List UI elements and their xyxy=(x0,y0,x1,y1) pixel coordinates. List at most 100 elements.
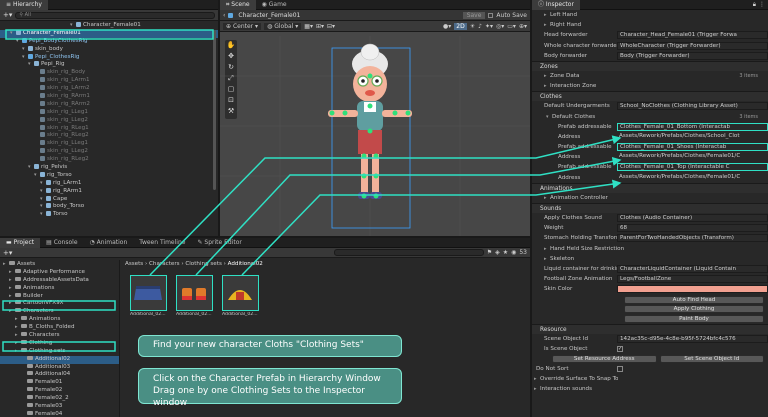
hierarchy-item[interactable]: skin_rig_RArm2 xyxy=(0,100,218,109)
character-viewport[interactable] xyxy=(220,36,530,236)
project-folder-item[interactable]: Female02 xyxy=(0,387,119,395)
asset-item-shoes[interactable]: Additional_02... xyxy=(176,275,216,317)
space-dropdown[interactable]: ◍ Global ▾ xyxy=(264,22,302,30)
default-undergarments-field[interactable]: School_NoClothes (Clothing Library Asset… xyxy=(617,102,768,111)
project-folder-item[interactable]: ▸ CartoonVFX9X xyxy=(0,300,119,308)
project-folder-item[interactable]: ▸ Characters xyxy=(0,332,119,340)
mode-2d-toggle[interactable]: 2D xyxy=(454,22,467,30)
project-folder-item[interactable]: Additional04 xyxy=(0,371,119,379)
tab-hierarchy[interactable]: ≡ Hierarchy xyxy=(0,0,48,10)
hierarchy-item[interactable]: skin_rig_Body xyxy=(0,69,218,77)
project-folder-item[interactable]: Female03 xyxy=(0,403,119,411)
breadcrumb-additional02[interactable]: Additional02 xyxy=(228,261,263,267)
project-folder-item[interactable]: ▸ Animations xyxy=(0,284,119,293)
apply-clothes-sound-field[interactable]: Clothes (Audio Container) xyxy=(617,214,768,222)
hierarchy-item[interactable]: skin_rig_RLeg1 xyxy=(0,124,218,133)
skeleton-row[interactable]: ▸ Skeleton xyxy=(532,254,768,264)
hierarchy-item[interactable]: ▾ Pepi_ClothesRig xyxy=(0,53,218,62)
light-icon[interactable]: ☀ xyxy=(470,23,475,30)
visibility-icon[interactable]: ◎▾ xyxy=(496,23,504,30)
hierarchy-item[interactable]: skin_rig_RLeg2 xyxy=(0,156,218,164)
clothes-address-field[interactable]: Assets/Rework/Prefabs/Clothes/School_Clo… xyxy=(617,133,768,141)
stomach-field[interactable]: ParentForTwoHandedObjects (Transform) xyxy=(617,234,768,243)
hierarchy-item[interactable]: ▾ Character_Female01 xyxy=(0,29,218,38)
hierarchy-item[interactable]: skin_rig_LLeg1 xyxy=(0,140,218,148)
hierarchy-scrollbar[interactable] xyxy=(213,30,216,190)
project-folder-item[interactable]: Additional02 xyxy=(0,355,119,364)
apply-clothing-button[interactable]: Apply Clothing xyxy=(624,305,764,313)
add-icon[interactable]: +▾ xyxy=(3,11,12,19)
inspector-object-field[interactable]: Body (Trigger Forwarder) xyxy=(617,51,768,60)
project-folder-item[interactable]: ▸ AddressableAssetsData xyxy=(0,276,119,285)
hierarchy-item[interactable]: skin_rig_RArm1 xyxy=(0,93,218,101)
project-folder-item[interactable]: Additional03 xyxy=(0,363,119,372)
favorite-icon[interactable]: ★ xyxy=(503,249,508,256)
hierarchy-item[interactable]: ▾ Character_Female01 xyxy=(0,22,218,30)
inspector-object-field[interactable]: WholeCharacter (Trigger Forwarder) xyxy=(617,41,768,50)
hierarchy-search-input[interactable]: ⚲ All xyxy=(15,11,215,19)
is-scene-object-checkbox[interactable]: ✓ xyxy=(617,345,623,352)
tab-inspector[interactable]: ⓘ Inspector xyxy=(532,0,580,10)
hierarchy-item[interactable]: ▾ Pepi_Rig xyxy=(0,61,218,69)
tab-animation[interactable]: ◔ Animation xyxy=(84,238,134,248)
shading-icon[interactable]: ●▾ xyxy=(443,23,451,30)
create-icon[interactable]: +▾ xyxy=(3,249,12,257)
project-folder-item[interactable]: ▸ Animations xyxy=(0,316,119,324)
scene-object-id-field[interactable]: 142ac35c-d95e-4c8e-b95f-5724bfc4c576 xyxy=(617,334,768,343)
football-dropdown[interactable]: Legs/FootballZone xyxy=(617,275,768,284)
label-icon[interactable]: ◈ xyxy=(495,249,500,256)
liquid-field[interactable]: CharacterLiquidContainer (Liquid Contain xyxy=(617,264,768,273)
hierarchy-item[interactable]: skin_rig_RLeg2 xyxy=(0,132,218,140)
weight-field[interactable]: 68 xyxy=(617,224,768,233)
hierarchy-item[interactable]: skin_rig_LLeg2 xyxy=(0,116,218,125)
hierarchy-item[interactable]: skin_rig_LLeg2 xyxy=(0,148,218,156)
project-folder-item[interactable]: ▸ B_Cloths_Folded xyxy=(0,324,119,332)
tab-tween-timeline[interactable]: Tween Timeline xyxy=(133,238,191,248)
set-resource-address-button[interactable]: Set Resource Address xyxy=(552,354,657,363)
asset-item-bottom[interactable]: Additional_02... xyxy=(130,275,170,317)
auto-find-head-button[interactable]: Auto Find Head xyxy=(624,295,764,304)
back-arrow-icon[interactable]: ‹ xyxy=(223,12,225,19)
clothes-address-field[interactable]: Assets/Rework/Prefabs/Clothes/Female01/C xyxy=(617,174,768,182)
hierarchy-item[interactable]: ▾ Cape xyxy=(0,195,218,204)
hierarchy-item[interactable]: ▾ rig_LArm1 xyxy=(0,179,218,188)
grid-icon[interactable]: ⊞▾ xyxy=(316,23,324,30)
save-button[interactable]: Save xyxy=(462,11,486,19)
hierarchy-item[interactable]: ▾ body_Torso xyxy=(0,203,218,211)
gizmo-icon[interactable]: ⊕▾ xyxy=(519,23,527,30)
effects-icon[interactable]: ✦▾ xyxy=(485,23,493,30)
tab-scene[interactable]: ⌗ Scene xyxy=(220,0,256,10)
audio-icon[interactable]: ♪ xyxy=(478,23,482,30)
filter-icon[interactable]: ⚑ xyxy=(487,249,492,256)
override-surface-row[interactable]: ▸ Override Surface To Snap To xyxy=(532,374,768,384)
tab-project[interactable]: ▬ Project xyxy=(0,238,41,248)
clothes-prefab-field[interactable]: Clothes_Female_01_Bottom (Interactab xyxy=(617,122,768,131)
tab-console[interactable]: ▤ Console xyxy=(40,238,83,248)
zone-data-row[interactable]: ▸ Zone Data 3 items xyxy=(532,71,768,81)
hand-held-row[interactable]: ▸ Hand Held Size Restriction xyxy=(532,244,768,254)
snap-icon[interactable]: ⊟▾ xyxy=(327,23,335,30)
hierarchy-item[interactable]: ▾ rig_RArm1 xyxy=(0,187,218,196)
breadcrumb-clothing-sets[interactable]: Clothing sets xyxy=(185,261,222,267)
set-scene-object-id-button[interactable]: Set Scene Object Id xyxy=(659,354,764,363)
camera-icon[interactable]: ▭▾ xyxy=(507,23,516,30)
inspector-object-field[interactable]: Character_Head_Female01 (Trigger Forwa xyxy=(617,31,768,40)
hierarchy-item[interactable]: ▾ Torso xyxy=(0,211,218,219)
project-folder-item[interactable]: Female04 xyxy=(0,410,119,417)
project-folder-item[interactable]: ▸ Characters xyxy=(0,308,119,316)
project-folder-item[interactable]: ▸ Assets xyxy=(0,261,119,269)
hierarchy-item[interactable]: skin_rig_LArm2 xyxy=(0,85,218,93)
breadcrumb-characters[interactable]: Characters xyxy=(149,261,180,267)
hierarchy-item[interactable]: ▾ rig_Pelvis xyxy=(0,164,218,172)
pivot-dropdown[interactable]: ⊕ Center ▾ xyxy=(223,22,262,30)
project-search-input[interactable] xyxy=(333,249,484,256)
tab-sprite-editor[interactable]: ✎ Sprite Editor xyxy=(191,238,247,248)
hierarchy-item[interactable]: ▾ rig_Torso xyxy=(0,171,218,180)
project-folder-item[interactable]: ▸ Adaptive Performance xyxy=(0,268,119,277)
hierarchy-item[interactable]: skin_rig_LLeg1 xyxy=(0,108,218,117)
project-folder-item[interactable]: Female02_2 xyxy=(0,395,119,403)
project-folder-item[interactable]: Female01 xyxy=(0,379,119,387)
clothes-address-field[interactable]: Assets/Rework/Prefabs/Clothes/Female01/C xyxy=(617,153,768,161)
hierarchy-item[interactable]: ▾ skin_body xyxy=(0,45,218,54)
default-clothes-row[interactable]: ▾ Default Clothes 3 items xyxy=(532,112,768,122)
